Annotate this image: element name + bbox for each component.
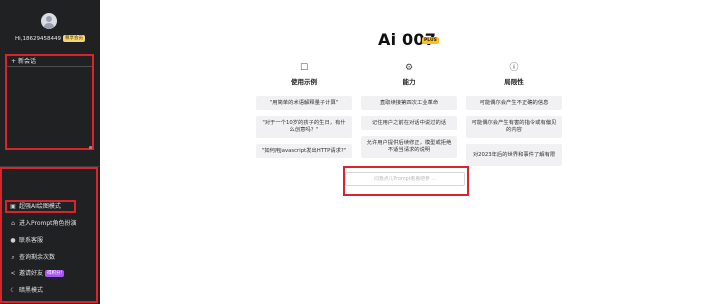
menu-label: 查询剩余次数 bbox=[19, 254, 56, 261]
reward-badge: 得积分! bbox=[45, 270, 65, 277]
limitation-card: 可能偶尔会产生不正确的信息 bbox=[466, 96, 562, 110]
user-info: Hi,18629458449 尊享会员 bbox=[0, 35, 100, 43]
menu-item-dark-mode[interactable]: ☾ 暗黑模式 bbox=[9, 285, 43, 297]
message-square-icon: ☐ bbox=[299, 63, 309, 73]
zap-icon: ⚙ bbox=[404, 63, 414, 73]
main-area: Ai 007 PLUS ☐ 使用示例 "用简单的术语解释量子计算" "对于一个1… bbox=[100, 0, 720, 304]
column-heading: 能力 bbox=[402, 78, 416, 86]
menu-item-prompt-roleplay[interactable]: ⌂ 进入Prompt角色扮演 bbox=[9, 218, 77, 230]
menu-item-draw-mode[interactable]: ▣ 超强AI绘图模式 bbox=[9, 201, 61, 213]
menu-item-contact-support[interactable]: ● 联系客服 bbox=[9, 235, 43, 247]
conversation-list-highlight bbox=[5, 54, 94, 150]
avatar[interactable] bbox=[41, 13, 57, 29]
example-card[interactable]: "如何用Javascript发出HTTP请求?" bbox=[256, 144, 352, 158]
input-placeholder: 问我点儿Prompt看看吧参 ... bbox=[374, 177, 436, 182]
example-card[interactable]: "用简单的术语解释量子计算" bbox=[256, 96, 352, 110]
menu-label: 暗黑模式 bbox=[19, 287, 44, 294]
menu-item-invite-friends[interactable]: < 邀请好友 得积分! bbox=[9, 268, 65, 280]
menu-label: 超强AI绘图模式 bbox=[19, 203, 61, 210]
limitation-card: 对2023年后的世界和事件了解有限 bbox=[466, 144, 562, 166]
sidebar: Hi,18629458449 尊享会员 + 新会话 ▣ 超强AI绘图模式 ⌂ 进入Pr… bbox=[0, 0, 100, 304]
column-limitations: ⓘ 局限性 bbox=[466, 63, 562, 86]
share-icon: < bbox=[10, 270, 16, 277]
column-examples: ☐ 使用示例 bbox=[256, 63, 352, 86]
prompt-input[interactable]: 问我点儿Prompt看看吧参 ... bbox=[345, 172, 465, 186]
moon-icon: ☾ bbox=[10, 287, 16, 294]
image-icon: ▣ bbox=[10, 203, 16, 210]
menu-label: 进入Prompt角色扮演 bbox=[19, 220, 77, 227]
column-heading: 使用示例 bbox=[291, 78, 317, 86]
column-heading: 局限性 bbox=[504, 78, 524, 86]
menu-label: 邀请好友 bbox=[19, 270, 44, 277]
scrollbar-handle[interactable] bbox=[89, 146, 92, 149]
search-icon: ⌕ bbox=[11, 254, 15, 261]
column-capabilities: ⚙ 能力 bbox=[361, 63, 457, 86]
shop-icon: ⌂ bbox=[11, 220, 15, 227]
vip-badge: 尊享会员 bbox=[62, 35, 85, 42]
menu-item-check-remaining[interactable]: ⌕ 查询剩余次数 bbox=[9, 252, 55, 264]
menu-label: 联系客服 bbox=[19, 237, 44, 244]
capability-card: 允许用户提供后续修正，模型或拒绝不适当请求的说明 bbox=[361, 136, 457, 158]
limitation-card: 可能偶尔会产生有害的指令或有偏见的内容 bbox=[466, 116, 562, 138]
capability-card: 直取续接第四次工业革命 bbox=[361, 96, 457, 110]
plus-badge: PLUS bbox=[422, 37, 439, 44]
alert-circle-icon: ⓘ bbox=[509, 63, 519, 73]
capability-card: 记住用户之前在对话中说过的话 bbox=[361, 116, 457, 130]
example-card[interactable]: "对于一个10岁的孩子的生日，有什么创意吗？" bbox=[256, 116, 352, 138]
chat-icon: ● bbox=[10, 237, 16, 244]
username: Hi,18629458449 bbox=[15, 36, 61, 42]
